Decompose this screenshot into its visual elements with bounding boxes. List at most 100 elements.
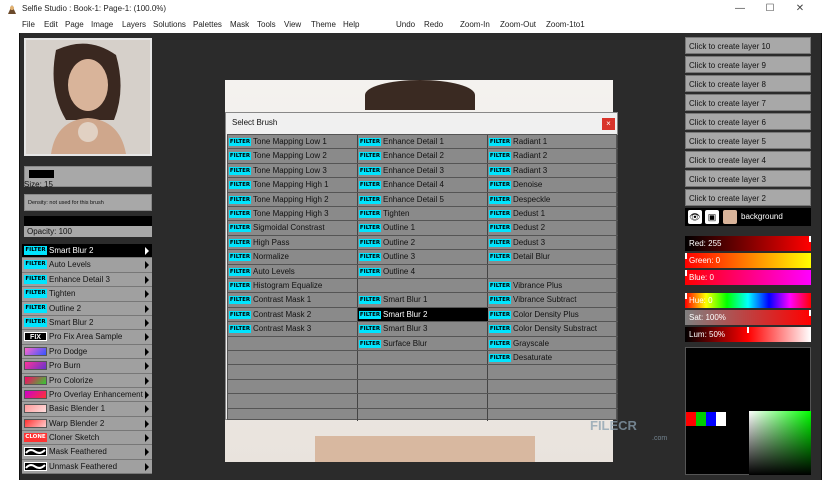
tool-item[interactable]: Warp Blender 2 [22, 416, 152, 432]
undo-button[interactable]: Undo [396, 20, 415, 29]
saturation-slider-thumb[interactable] [809, 310, 811, 316]
submenu-arrow-icon[interactable] [145, 275, 149, 284]
tool-item[interactable]: Pro Dodge [22, 344, 152, 360]
brush-cell[interactable]: FILTER Contrast Mask 3 [228, 322, 358, 337]
close-window-button[interactable]: ✕ [787, 2, 813, 16]
create-layer-button[interactable]: Click to create layer 6 [685, 113, 811, 130]
create-layer-button[interactable]: Click to create layer 4 [685, 151, 811, 168]
brush-cell[interactable]: FILTER Surface Blur [358, 337, 488, 351]
luminance-slider-thumb[interactable] [747, 327, 749, 333]
brush-cell[interactable]: FILTER Contrast Mask 1 [228, 293, 358, 308]
brush-cell[interactable]: FILTER Outline 1 [358, 221, 488, 236]
brush-cell[interactable]: FILTER Sigmoidal Constrast [228, 221, 358, 236]
tool-item[interactable]: FILTER Auto Levels [22, 258, 152, 273]
menu-tools[interactable]: Tools [257, 20, 276, 29]
brush-cell[interactable]: FILTER Tone Mapping Low 1 [228, 135, 358, 150]
tool-item[interactable]: Mask Feathered [22, 445, 152, 460]
tool-item[interactable]: Pro Overlay Enhancement [22, 387, 152, 403]
red-slider[interactable]: Red: 255 [685, 236, 811, 251]
brush-cell[interactable]: FILTER Enhance Detail 4 [358, 178, 488, 193]
submenu-arrow-icon[interactable] [145, 462, 149, 471]
brush-cell[interactable]: FILTER Denoise [488, 178, 618, 193]
submenu-arrow-icon[interactable] [145, 333, 149, 342]
luminance-slider[interactable]: Lum: 50% [685, 327, 811, 342]
tool-item[interactable]: FILTER Smart Blur 2 [22, 244, 152, 259]
brush-cell[interactable]: FILTER Color Density Substract [488, 322, 618, 337]
brush-cell[interactable]: FILTER Grayscale [488, 337, 618, 351]
active-layer-row[interactable]: 👁 ▣ background [685, 208, 811, 226]
brush-cell[interactable]: FILTER Dedust 3 [488, 236, 618, 251]
menu-file[interactable]: File [22, 20, 35, 29]
menu-palettes[interactable]: Palettes [193, 20, 222, 29]
submenu-arrow-icon[interactable] [145, 347, 149, 356]
foreground-color-swatch[interactable] [29, 170, 54, 178]
submenu-arrow-icon[interactable] [145, 390, 149, 399]
brush-cell[interactable]: FILTER High Pass [228, 236, 358, 251]
create-layer-button[interactable]: Click to create layer 10 [685, 37, 811, 54]
menu-image[interactable]: Image [91, 20, 113, 29]
brush-cell[interactable]: FILTER Tone Mapping High 3 [228, 207, 358, 222]
color-picker[interactable] [685, 347, 811, 475]
brush-cell[interactable]: FILTER Outline 3 [358, 250, 488, 265]
submenu-arrow-icon[interactable] [145, 247, 149, 255]
brush-cell[interactable]: FILTER Auto Levels [228, 265, 358, 279]
brush-cell[interactable]: FILTER Desaturate [488, 351, 618, 366]
menu-page[interactable]: Page [65, 20, 84, 29]
brush-cell[interactable]: FILTER Tone Mapping Low 3 [228, 164, 358, 179]
brush-cell[interactable]: FILTER Tone Mapping High 1 [228, 178, 358, 193]
brush-cell[interactable]: FILTER Radiant 2 [488, 149, 618, 164]
submenu-arrow-icon[interactable] [145, 434, 149, 443]
menu-help[interactable]: Help [343, 20, 359, 29]
submenu-arrow-icon[interactable] [145, 448, 149, 457]
brush-cell[interactable]: FILTER Tone Mapping Low 2 [228, 149, 358, 164]
submenu-arrow-icon[interactable] [145, 419, 149, 428]
blue-slider-thumb[interactable] [685, 270, 687, 276]
brush-cell[interactable]: FILTER Smart Blur 1 [358, 293, 488, 308]
submenu-arrow-icon[interactable] [145, 261, 149, 270]
lock-icon[interactable]: ▣ [705, 210, 719, 224]
brush-cell[interactable]: FILTER Tone Mapping High 2 [228, 193, 358, 207]
maximize-button[interactable]: ☐ [757, 2, 783, 16]
brush-cell[interactable]: FILTER Vibrance Subtract [488, 293, 618, 308]
tool-item[interactable]: Unmask Feathered [22, 459, 152, 475]
minimize-button[interactable]: — [727, 2, 753, 16]
create-layer-button[interactable]: Click to create layer 5 [685, 132, 811, 149]
menu-solutions[interactable]: Solutions [153, 20, 186, 29]
brush-cell[interactable]: FILTER Dedust 1 [488, 207, 618, 222]
hue-slider-thumb[interactable] [685, 293, 687, 299]
opacity-slider[interactable] [24, 216, 152, 226]
menu-view[interactable]: View [284, 20, 301, 29]
menu-layers[interactable]: Layers [122, 20, 146, 29]
saturation-slider[interactable]: Sat: 100% [685, 310, 811, 325]
brush-cell[interactable]: FILTER Contrast Mask 2 [228, 308, 358, 323]
brush-cell[interactable]: FILTER Smart Blur 3 [358, 322, 488, 337]
image-thumbnail[interactable] [24, 38, 152, 156]
menu-mask[interactable]: Mask [230, 20, 249, 29]
brush-cell[interactable]: FILTER Detail Blur [488, 250, 618, 265]
brush-cell[interactable]: FILTER Enhance Detail 3 [358, 164, 488, 179]
tool-item[interactable]: FIX Pro Fix Area Sample [22, 330, 152, 345]
submenu-arrow-icon[interactable] [145, 318, 149, 327]
create-layer-button[interactable]: Click to create layer 9 [685, 56, 811, 73]
green-slider[interactable]: Green: 0 [685, 253, 811, 268]
tool-item[interactable]: Pro Burn [22, 359, 152, 374]
brush-cell[interactable]: FILTER Despeckle [488, 193, 618, 207]
create-layer-button[interactable]: Click to create layer 8 [685, 75, 811, 92]
hue-slider[interactable]: Hue: 0 [685, 293, 811, 308]
brush-cell[interactable]: FILTER Histogram Equalize [228, 279, 358, 294]
tool-item[interactable]: CLONE Cloner Sketch [22, 431, 152, 446]
green-swatch[interactable] [696, 412, 706, 426]
submenu-arrow-icon[interactable] [145, 376, 149, 385]
brush-cell[interactable]: FILTER Enhance Detail 1 [358, 135, 488, 150]
red-swatch[interactable] [686, 412, 696, 426]
tool-item[interactable]: Pro Colorize [22, 373, 152, 388]
zoom-out-button[interactable]: Zoom-Out [500, 20, 536, 29]
submenu-arrow-icon[interactable] [145, 405, 149, 414]
menu-edit[interactable]: Edit [44, 20, 58, 29]
dialog-close-button[interactable]: × [602, 118, 615, 130]
brush-cell[interactable]: FILTER Outline 4 [358, 265, 488, 279]
redo-button[interactable]: Redo [424, 20, 443, 29]
brush-cell[interactable]: FILTER Radiant 3 [488, 164, 618, 179]
brush-cell[interactable]: FILTER Normalize [228, 250, 358, 265]
brush-cell[interactable]: FILTER Vibrance Plus [488, 279, 618, 294]
